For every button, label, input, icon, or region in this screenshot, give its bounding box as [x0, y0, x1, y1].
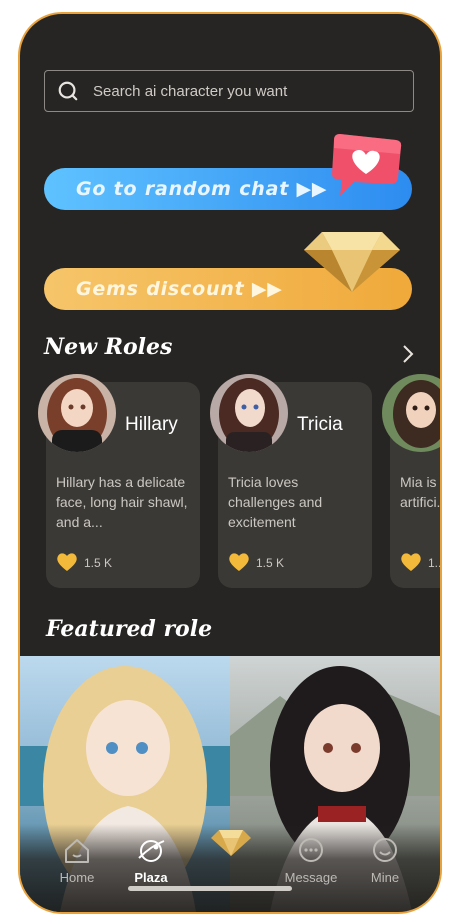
search-bar[interactable]: Search ai character you want [44, 70, 414, 112]
random-chat-label: Go to random chat ▶▶ [76, 178, 328, 200]
role-card-hillary[interactable]: Hillary Hillary has a delicate face, lon… [38, 374, 200, 588]
role-description: Tricia loves challenges and excitement [228, 474, 323, 530]
role-card-mia[interactable]: Mia is ... and op... artifici... 1... [382, 374, 442, 588]
tab-gems[interactable] [196, 828, 266, 858]
heart-icon [57, 553, 77, 571]
tab-home[interactable]: Home [42, 836, 112, 885]
avatar-tricia [210, 374, 288, 452]
home-indicator[interactable] [128, 886, 292, 891]
heart-bubble-icon [332, 134, 402, 196]
like-count: 1.5 K [256, 556, 285, 570]
smile-face-icon [373, 838, 397, 862]
new-roles-title: New Roles [44, 334, 173, 360]
tab-mine[interactable]: Mine [350, 836, 420, 885]
diamond-icon [304, 232, 400, 292]
like-count: 1.5 K [84, 556, 113, 570]
avatar-mia [382, 374, 440, 452]
home-icon [65, 839, 89, 863]
tab-plaza[interactable]: Plaza [116, 836, 186, 885]
role-name: Tricia [297, 414, 343, 435]
role-description: Mia is ... and op... artifici... [400, 474, 441, 510]
chevron-right-icon[interactable] [400, 344, 416, 364]
tab-message[interactable]: Message [276, 836, 346, 885]
role-description: Hillary has a delicate face, long hair s… [56, 474, 188, 530]
bottom-tab-bar: Home Plaza Message Mine [20, 824, 440, 912]
role-name: Hillary [125, 414, 178, 435]
search-icon [58, 81, 78, 101]
heart-icon [401, 553, 421, 571]
like-count: 1... [428, 556, 442, 570]
gems-discount-label: Gems discount ▶▶ [76, 278, 283, 300]
role-card-tricia[interactable]: Tricia Tricia loves challenges and excit… [210, 374, 372, 588]
tab-message-label: Message [284, 870, 338, 885]
phone-frame: Search ai character you want Go to rando… [18, 12, 442, 914]
chat-bubble-icon [299, 838, 323, 862]
tab-mine-label: Mine [370, 870, 400, 885]
tab-plaza-label: Plaza [134, 870, 168, 885]
planet-icon [138, 840, 165, 862]
search-placeholder: Search ai character you want [93, 83, 288, 100]
heart-icon [229, 553, 249, 571]
gem-icon [211, 830, 251, 856]
avatar-hillary [38, 374, 116, 452]
tab-home-label: Home [59, 870, 95, 885]
featured-role-title: Featured role [46, 616, 213, 642]
